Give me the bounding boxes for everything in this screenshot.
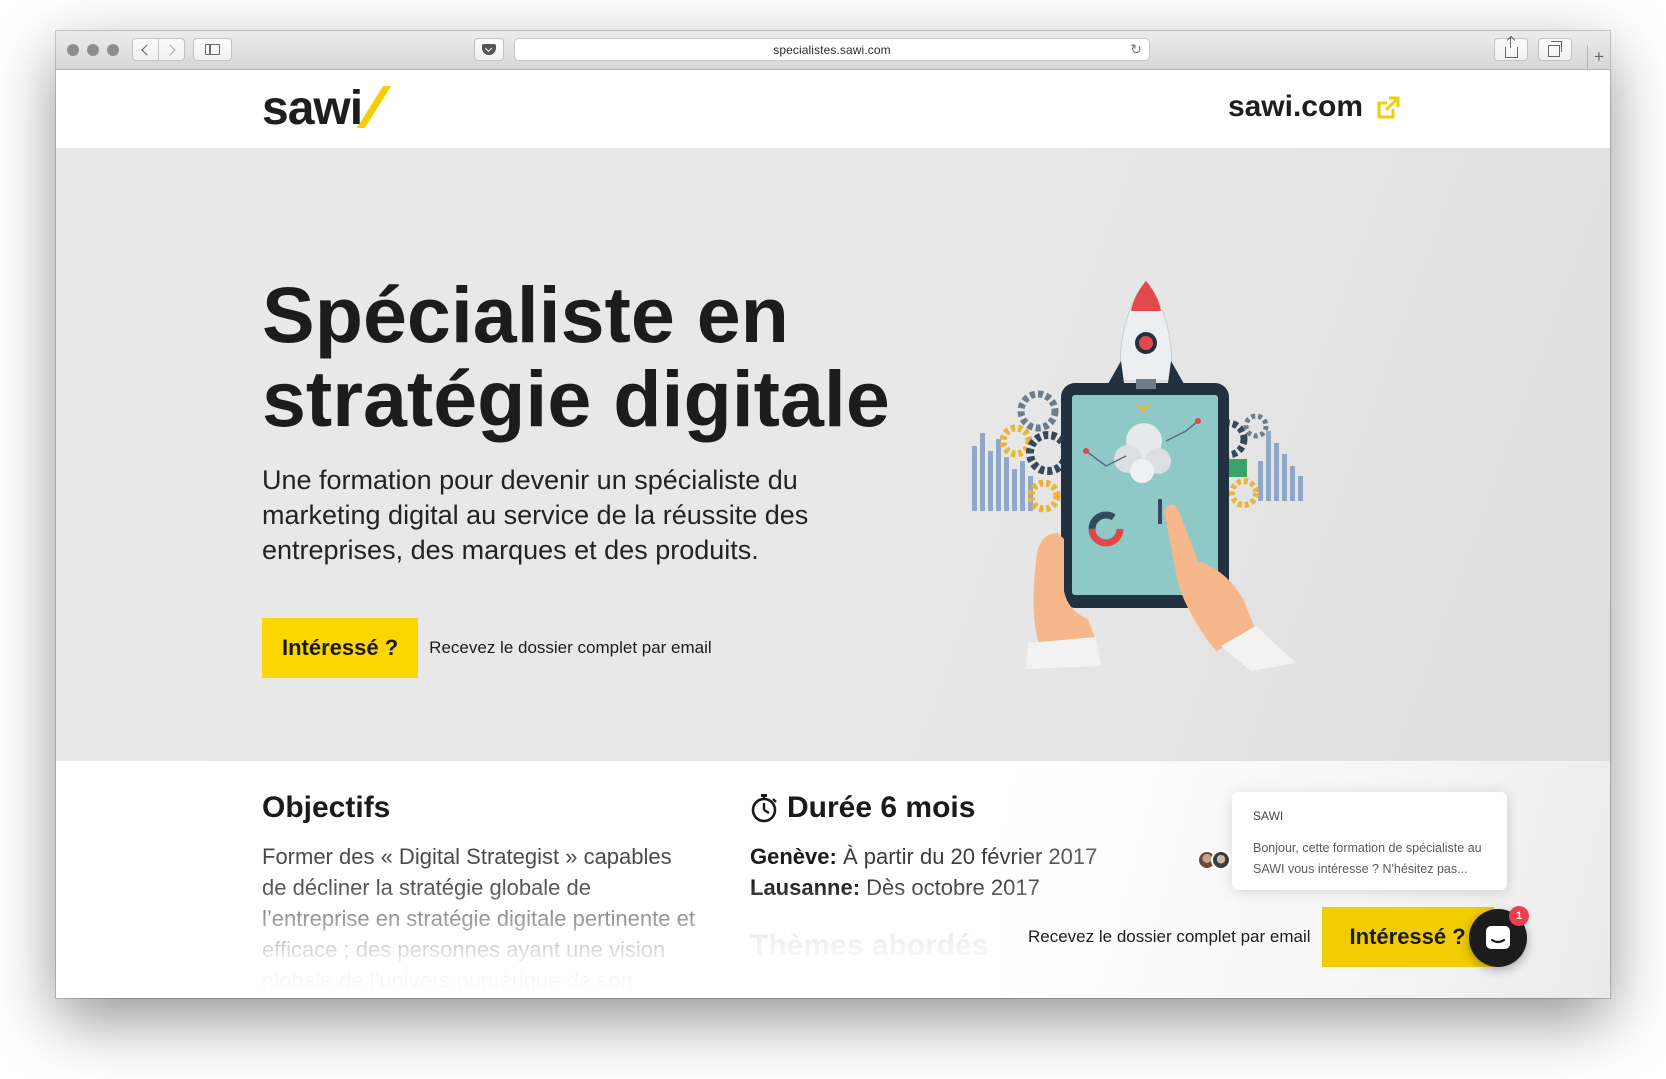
schedule-date: Dès octobre 2017: [866, 875, 1040, 900]
rocket-tablet-illustration: [972, 280, 1303, 671]
browser-toolbar: specialistes.sawi.com ↻ +: [56, 31, 1610, 70]
sawi-com-link-label: sawi.com: [1227, 90, 1363, 123]
history-nav: [132, 38, 185, 61]
site-header: sawi sawi.com: [56, 70, 1610, 148]
hero-subtitle: Une formation pour devenir un spécialist…: [262, 465, 809, 565]
zoom-window-button[interactable]: [107, 44, 119, 56]
themes-heading: Thèmes abordés: [750, 929, 989, 962]
share-icon: [1504, 36, 1518, 58]
chat-sender: SAWI: [1253, 809, 1284, 823]
logo-slash-mark: [356, 86, 392, 128]
logo-text: sawi: [262, 82, 363, 135]
forward-icon: [164, 43, 176, 56]
sidebar-button[interactable]: [193, 38, 232, 61]
sawi-com-link[interactable]: sawi.com: [1228, 90, 1402, 124]
tabs-icon: [1547, 41, 1562, 57]
duration-schedule: Genève: À partir du 20 février 2017 Laus…: [750, 841, 1097, 903]
url-text: specialistes.sawi.com: [773, 42, 891, 57]
pocket-icon: [482, 44, 496, 55]
messenger-icon: [1486, 926, 1510, 949]
gear-icon: [999, 424, 1033, 458]
chat-message: Bonjour, cette formation de spécialiste …: [1253, 841, 1482, 876]
hero-title: Spécialiste en stratégie digitale: [262, 270, 890, 443]
pocket-button[interactable]: [474, 38, 504, 61]
schedule-line-lausanne: Lausanne: Dès octobre 2017: [750, 872, 1097, 903]
new-tab-button[interactable]: +: [1587, 45, 1610, 69]
unread-badge: 1: [1509, 906, 1529, 926]
interested-button[interactable]: Intéressé ?: [262, 618, 419, 678]
gear-icon: [1243, 413, 1269, 439]
duration-heading: Durée 6 mois: [787, 791, 976, 824]
gear-icon: [1027, 479, 1061, 513]
objectifs-heading: Objectifs: [262, 791, 391, 824]
back-icon: [141, 43, 153, 56]
forward-button[interactable]: [158, 39, 184, 60]
share-button[interactable]: [1494, 36, 1528, 61]
schedule-date: À partir du 20 février 2017: [842, 844, 1098, 869]
address-bar[interactable]: specialistes.sawi.com ↻: [514, 38, 1150, 61]
sticky-cta-note: Recevez le dossier complet par email: [1028, 927, 1311, 946]
reload-icon[interactable]: ↻: [1130, 41, 1142, 58]
sawi-logo[interactable]: sawi: [262, 81, 392, 137]
sticky-interested-button[interactable]: Intéressé ?: [1321, 907, 1494, 967]
gear-icon: [1026, 431, 1070, 475]
hero-cta-row: Intéressé ? Recevez le dossier complet p…: [262, 618, 712, 678]
sticky-cta-bar: Recevez le dossier complet par email Int…: [1028, 907, 1494, 967]
schedule-city: Genève:: [750, 844, 837, 869]
external-link-icon: [1377, 96, 1400, 118]
chat-popup[interactable]: SAWI Bonjour, cette formation de spécial…: [1232, 792, 1507, 890]
stopwatch-icon: [751, 794, 777, 823]
avatar: [1211, 850, 1231, 870]
right-bar-chart: [1258, 431, 1303, 501]
sidebar-icon: [205, 44, 220, 55]
objectifs-text: Former des « Digital Strategist » capabl…: [262, 844, 695, 993]
close-window-button[interactable]: [67, 44, 79, 56]
cta-note: Recevez le dossier complet par email: [429, 638, 712, 657]
show-tabs-button[interactable]: [1538, 38, 1572, 61]
back-button[interactable]: [133, 39, 158, 60]
chat-avatars: [1197, 850, 1231, 870]
hero-section: Spécialiste en stratégie digitale Une fo…: [56, 148, 1610, 761]
gear-icon: [1017, 390, 1059, 432]
duration-heading-row: Durée 6 mois: [750, 791, 975, 825]
schedule-line-geneve: Genève: À partir du 20 février 2017: [750, 841, 1097, 872]
schedule-city: Lausanne:: [750, 875, 861, 900]
minimize-window-button[interactable]: [87, 44, 99, 56]
gear-icon: [1229, 478, 1259, 508]
